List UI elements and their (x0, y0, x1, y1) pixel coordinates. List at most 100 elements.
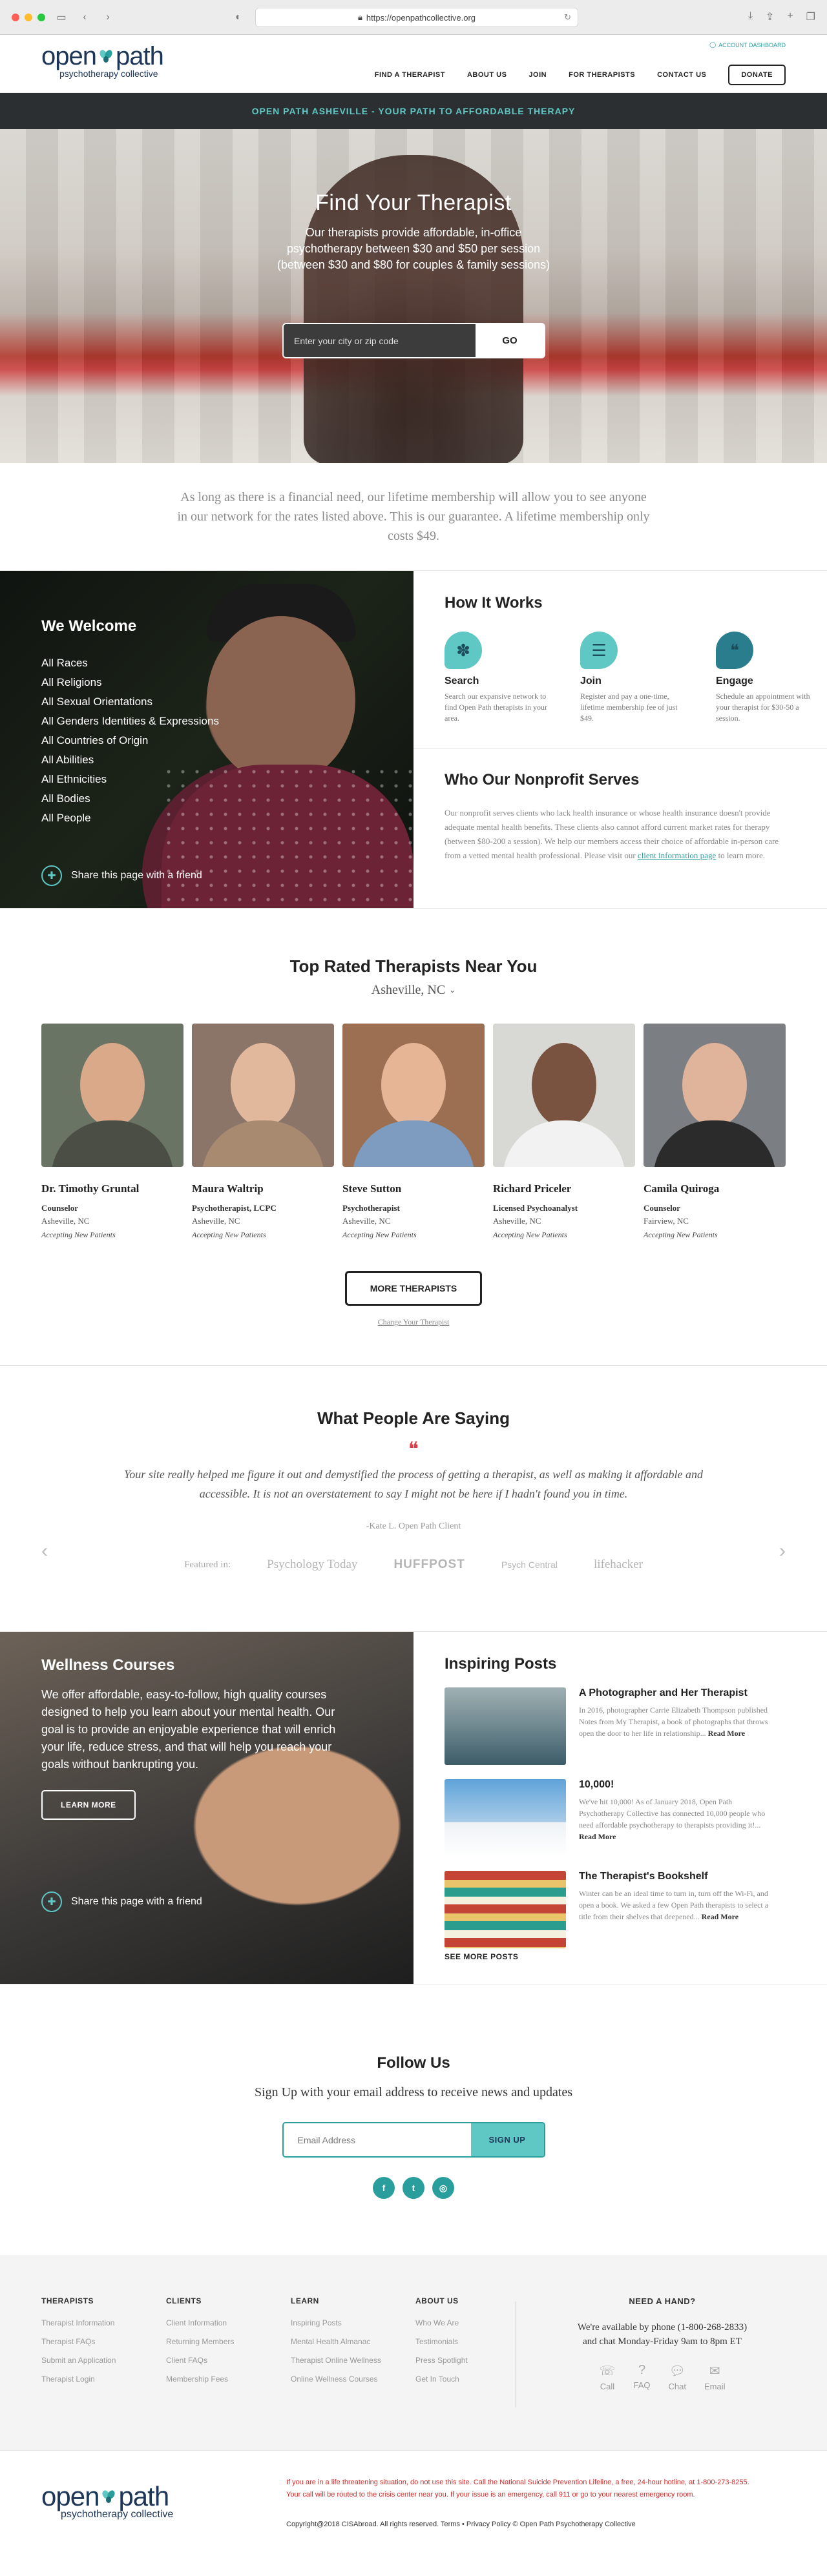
download-icon[interactable]: ⤓ (748, 10, 753, 23)
post-item[interactable]: A Photographer and Her Therapist In 2016… (445, 1687, 827, 1765)
client-information-link[interactable]: client information page (638, 850, 716, 860)
previous-arrow-icon[interactable]: ‹ (41, 1540, 48, 1562)
post-excerpt: In 2016, photographer Carrie Elizabeth T… (579, 1704, 779, 1739)
email-field[interactable] (283, 2123, 471, 2156)
therapist-card[interactable]: Camila Quiroga Counselor Fairview, NC Ac… (644, 1024, 786, 1240)
therapist-photo (342, 1024, 485, 1167)
reload-icon[interactable]: ↻ (564, 12, 571, 23)
nav-contact-us[interactable]: CONTACT US (657, 71, 706, 79)
call-link[interactable]: ☏ Call (599, 2363, 615, 2391)
search-go-button[interactable]: GO (476, 324, 544, 357)
back-icon[interactable]: ‹ (78, 10, 92, 25)
tab-overview-icon[interactable]: ❐ (806, 10, 815, 23)
site-header: open path psychotherapy collective ◯ ACC… (0, 35, 827, 93)
footer-column-therapists: THERAPISTS Therapist Information Therapi… (41, 2296, 166, 2450)
footer-link[interactable]: Client Information (166, 2318, 291, 2327)
more-therapists-button[interactable]: MORE THERAPISTS (344, 1271, 483, 1306)
therapist-name: Dr. Timothy Gruntal (41, 1182, 140, 1195)
nav-for-therapists[interactable]: FOR THERAPISTS (569, 71, 635, 79)
privacy-shield-icon[interactable]: ◐ (231, 10, 246, 25)
footer-link[interactable]: Therapist Login (41, 2375, 166, 2384)
instagram-icon[interactable]: ◎ (432, 2177, 454, 2199)
featured-in: Featured in: Psychology Today HUFFPOST P… (0, 1558, 827, 1572)
nav-join[interactable]: JOIN (529, 71, 547, 79)
nav-about-us[interactable]: ABOUT US (467, 71, 507, 79)
therapist-card[interactable]: Maura Waltrip Psychotherapist, LCPC Ashe… (192, 1024, 334, 1240)
testimonials-section: What People Are Saying ❝ Your site reall… (0, 1365, 827, 1631)
location-select[interactable]: Asheville, NC ⌄ (372, 983, 456, 998)
footer-link[interactable]: Online Wellness Courses (291, 2375, 415, 2384)
footer-link[interactable]: Mental Health Almanac (291, 2337, 415, 2346)
who-text-tail: to learn more. (718, 850, 766, 860)
faq-link[interactable]: ? FAQ (634, 2363, 651, 2391)
welcome-photo-face (207, 616, 355, 784)
footer-link[interactable]: Get In Touch (415, 2375, 540, 2384)
footer-link[interactable]: Returning Members (166, 2337, 291, 2346)
footer-logo[interactable]: open path psychotherapy collective (41, 2483, 173, 2520)
lifehacker-logo: lifehacker (593, 1558, 643, 1571)
next-arrow-icon[interactable]: › (779, 1540, 786, 1562)
location-search-input[interactable] (284, 324, 476, 357)
email-link[interactable]: ✉ Email (704, 2363, 726, 2391)
share-icon[interactable]: ⇪ (766, 10, 774, 23)
site-logo[interactable]: open path psychotherapy collective (41, 43, 164, 79)
hero-subtitle-line: psychotherapy between $30 and $50 per se… (286, 242, 541, 255)
account-dashboard-link[interactable]: ◯ ACCOUNT DASHBOARD (709, 41, 786, 48)
footer-link[interactable]: Therapist Online Wellness (291, 2356, 415, 2365)
read-more-link[interactable]: Read More (708, 1729, 745, 1738)
footer-link[interactable]: Therapist FAQs (41, 2337, 166, 2346)
how-step-title: Engage (716, 675, 753, 686)
footer-link[interactable]: Client FAQs (166, 2356, 291, 2365)
footer-link[interactable]: Membership Fees (166, 2375, 291, 2384)
post-item[interactable]: 10,000! We've hit 10,000! As of January … (445, 1779, 827, 1857)
sidebar-toggle-icon[interactable]: ▭ (54, 10, 68, 25)
post-item[interactable]: The Therapist's Bookshelf Winter can be … (445, 1871, 827, 1948)
therapist-card[interactable]: Steve Sutton Psychotherapist Asheville, … (342, 1024, 485, 1240)
read-more-link[interactable]: Read More (579, 1832, 616, 1841)
change-therapist-link[interactable]: Change Your Therapist (0, 1317, 827, 1327)
therapist-city: Fairview, NC (644, 1216, 689, 1226)
follow-section: Follow Us Sign Up with your email addres… (0, 1984, 827, 2255)
logo-word-open: open (41, 2481, 99, 2511)
therapist-search-form: GO (282, 323, 545, 358)
therapist-card[interactable]: Richard Priceler Licensed Psychoanalyst … (493, 1024, 635, 1240)
therapist-name: Camila Quiroga (644, 1182, 720, 1195)
post-thumbnail (445, 1871, 566, 1948)
phone-icon: ☏ (599, 2364, 616, 2378)
zoom-window-button[interactable] (37, 13, 45, 21)
share-page-link[interactable]: ✚ Share this page with a friend (41, 865, 202, 886)
close-window-button[interactable] (12, 13, 19, 21)
twitter-icon[interactable]: t (403, 2177, 424, 2199)
learn-more-button[interactable]: LEARN MORE (41, 1790, 136, 1820)
facebook-icon[interactable]: f (373, 2177, 395, 2199)
search-icon: ✽ (445, 632, 482, 669)
footer-link[interactable]: Press Spotlight (415, 2356, 540, 2365)
read-more-link[interactable]: Read More (702, 1912, 738, 1921)
post-excerpt: Winter can be an ideal time to turn in, … (579, 1888, 779, 1922)
how-step-join: ☰ Join Register and pay a one-time, life… (580, 632, 684, 724)
footer-link[interactable]: Therapist Information (41, 2318, 166, 2327)
forward-icon[interactable]: › (101, 10, 115, 25)
footer-link[interactable]: Inspiring Posts (291, 2318, 415, 2327)
footer-column-title: CLIENTS (166, 2296, 202, 2305)
footer-link[interactable]: Who We Are (415, 2318, 540, 2327)
social-links: f t ◎ (0, 2177, 827, 2199)
footer-link[interactable]: Submit an Application (41, 2356, 166, 2365)
donate-button[interactable]: DONATE (728, 65, 786, 85)
footer-link[interactable]: Testimonials (415, 2337, 540, 2346)
chat-link[interactable]: 💬︎ Chat (669, 2363, 686, 2391)
minimize-window-button[interactable] (25, 13, 32, 21)
new-tab-icon[interactable]: + (787, 10, 793, 23)
sign-up-button[interactable]: SIGN UP (470, 2123, 544, 2156)
post-title: The Therapist's Bookshelf (579, 1871, 708, 1882)
follow-subtitle: Sign Up with your email address to recei… (254, 2085, 573, 2099)
url-text: https://openpathcollective.org (366, 12, 476, 23)
we-welcome-panel: We Welcome All Races All Religions All S… (0, 571, 414, 908)
therapist-photo (192, 1024, 334, 1167)
nav-find-a-therapist[interactable]: FIND A THERAPIST (375, 71, 445, 79)
post-excerpt-text: Winter can be an ideal time to turn in, … (579, 1889, 769, 1921)
see-more-posts-link[interactable]: SEE MORE POSTS (445, 1952, 827, 1961)
therapist-card[interactable]: Dr. Timothy Gruntal Counselor Asheville,… (41, 1024, 183, 1240)
address-bar[interactable]: 🔒︎ https://openpathcollective.org ↻ (255, 8, 578, 27)
share-page-link[interactable]: ✚ Share this page with a friend (41, 1891, 202, 1912)
